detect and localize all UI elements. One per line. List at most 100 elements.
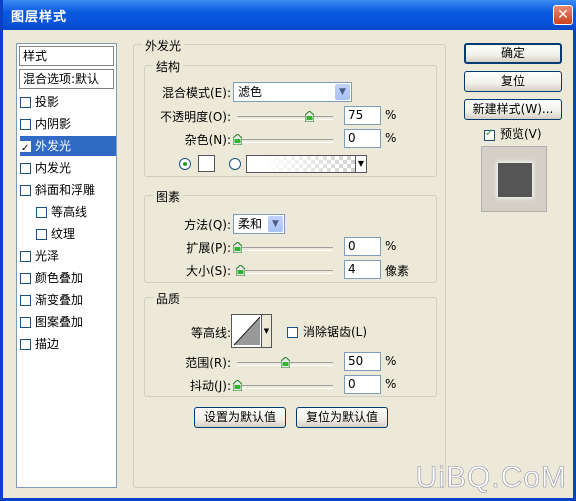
style-preview [481, 146, 547, 212]
quality-title: 品质 [153, 290, 184, 307]
window-title: 图层样式 [11, 10, 68, 25]
size-slider[interactable] [235, 265, 333, 276]
elements-group: 图素 方法(Q): 柔和 ▼ 扩展(P): 0 % 大小(S): 4 像素 [144, 188, 437, 283]
style-item[interactable]: 渐变叠加 [20, 290, 116, 310]
style-item-label: 等高线 [51, 205, 88, 219]
styles-list: 样式 混合选项:默认 投影内阴影外发光内发光斜面和浮雕等高线纹理光泽颜色叠加渐变… [16, 43, 117, 488]
reset-button[interactable]: 复位 [464, 71, 562, 92]
technique-value: 柔和 [238, 217, 263, 231]
range-slider-thumb[interactable] [281, 357, 290, 368]
title-bar[interactable]: 图层样式 ✕ [3, 0, 576, 30]
style-item[interactable]: 内发光 [20, 158, 116, 178]
style-checkbox[interactable] [20, 163, 31, 174]
spread-unit: % [385, 239, 397, 253]
antialias-checkbox[interactable] [287, 327, 298, 338]
range-slider[interactable] [237, 357, 333, 368]
style-checkbox[interactable] [20, 97, 31, 108]
blend-mode-label: 混合模式(E): [162, 86, 231, 100]
gradient-swatch[interactable]: ▼ [246, 155, 367, 173]
outer-glow-panel: 外发光 结构 混合模式(E): 滤色 ▼ 不透明度(O): 75 % 杂色(N)… [133, 37, 446, 488]
style-checkbox[interactable] [20, 295, 31, 306]
opacity-slider[interactable] [237, 111, 333, 122]
style-checkbox[interactable] [36, 207, 47, 218]
style-item-label: 斜面和浮雕 [35, 183, 96, 197]
preview-label[interactable]: 预览(V) [500, 125, 542, 142]
spread-input[interactable]: 0 [344, 237, 381, 256]
jitter-unit: % [385, 377, 397, 391]
structure-title: 结构 [153, 58, 184, 75]
contour-picker[interactable]: ▼ [231, 314, 272, 348]
style-item[interactable]: 描边 [20, 334, 116, 354]
contour-linear-icon [233, 316, 261, 346]
blend-mode-value: 滤色 [238, 85, 263, 99]
size-label: 大小(S): [185, 264, 231, 278]
jitter-input[interactable]: 0 [344, 375, 381, 394]
layer-style-dialog: 图层样式 ✕ 样式 混合选项:默认 投影内阴影外发光内发光斜面和浮雕等高线纹理光… [0, 0, 576, 501]
elements-title: 图素 [153, 188, 184, 205]
spread-label: 扩展(P): [186, 241, 231, 255]
style-item[interactable]: 外发光 [20, 136, 116, 159]
solid-color-radio[interactable] [179, 158, 191, 170]
watermark: UiBQ.CoM [415, 461, 567, 495]
blending-options-header[interactable]: 混合选项:默认 [19, 69, 114, 89]
set-default-button[interactable]: 设置为默认值 [194, 407, 286, 428]
style-checkbox[interactable] [20, 251, 31, 262]
style-checkbox[interactable] [20, 317, 31, 328]
style-item[interactable]: 内阴影 [20, 114, 116, 134]
styles-header[interactable]: 样式 [19, 46, 114, 66]
style-checkbox[interactable] [20, 119, 31, 130]
style-item[interactable]: 光泽 [20, 246, 116, 266]
style-item[interactable]: 纹理 [36, 224, 116, 244]
style-item-label: 内阴影 [35, 117, 72, 131]
range-input[interactable]: 50 [344, 352, 381, 371]
chevron-down-icon: ▼ [268, 216, 283, 232]
preview-checkbox[interactable] [484, 128, 495, 141]
range-unit: % [385, 354, 397, 368]
size-slider-thumb[interactable] [235, 265, 245, 276]
technique-label: 方法(Q): [184, 218, 231, 232]
size-input[interactable]: 4 [344, 260, 381, 279]
structure-group: 结构 混合模式(E): 滤色 ▼ 不透明度(O): 75 % 杂色(N): 0 … [144, 58, 437, 177]
glow-color-swatch[interactable] [198, 155, 215, 172]
new-style-button[interactable]: 新建样式(W)... [464, 99, 562, 120]
contour-dropdown-icon[interactable]: ▼ [261, 315, 271, 347]
jitter-slider[interactable] [233, 380, 333, 391]
antialias-label[interactable]: 消除锯齿(L) [303, 323, 367, 340]
noise-slider-thumb[interactable] [233, 134, 242, 145]
style-checkbox[interactable] [20, 273, 31, 284]
style-item-label: 内发光 [35, 161, 72, 175]
noise-label: 杂色(N): [184, 133, 231, 147]
style-item-label: 光泽 [35, 249, 60, 263]
gradient-radio[interactable] [229, 158, 241, 170]
jitter-label: 抖动(J): [190, 379, 231, 393]
style-item[interactable]: 投影 [20, 92, 116, 112]
opacity-input[interactable]: 75 [344, 106, 381, 125]
gradient-dropdown-icon[interactable]: ▼ [355, 156, 366, 172]
preview-swatch [497, 162, 533, 198]
close-button[interactable]: ✕ [553, 5, 573, 25]
noise-slider[interactable] [233, 134, 333, 145]
opacity-unit: % [385, 108, 397, 122]
technique-select[interactable]: 柔和 ▼ [233, 214, 285, 234]
style-item[interactable]: 颜色叠加 [20, 268, 116, 288]
style-item-label: 颜色叠加 [35, 271, 84, 285]
style-checkbox[interactable] [20, 339, 31, 350]
jitter-slider-thumb[interactable] [233, 380, 242, 391]
style-item[interactable]: 等高线 [36, 202, 116, 222]
style-item-label: 投影 [35, 95, 60, 109]
range-label: 范围(R): [185, 356, 231, 370]
opacity-slider-thumb[interactable] [305, 111, 314, 122]
style-item[interactable]: 图案叠加 [20, 312, 116, 332]
ok-button[interactable]: 确定 [464, 43, 562, 64]
style-checkbox[interactable] [20, 139, 31, 159]
style-checkbox[interactable] [20, 185, 31, 196]
noise-input[interactable]: 0 [344, 129, 381, 148]
style-checkbox[interactable] [36, 229, 47, 240]
blend-mode-select[interactable]: 滤色 ▼ [233, 82, 352, 102]
contour-label: 等高线: [190, 326, 231, 340]
style-item-label: 渐变叠加 [35, 293, 84, 307]
spread-slider-thumb[interactable] [233, 242, 242, 253]
reset-default-button[interactable]: 复位为默认值 [296, 407, 388, 428]
spread-slider[interactable] [233, 242, 333, 253]
style-item[interactable]: 斜面和浮雕 [20, 180, 116, 200]
